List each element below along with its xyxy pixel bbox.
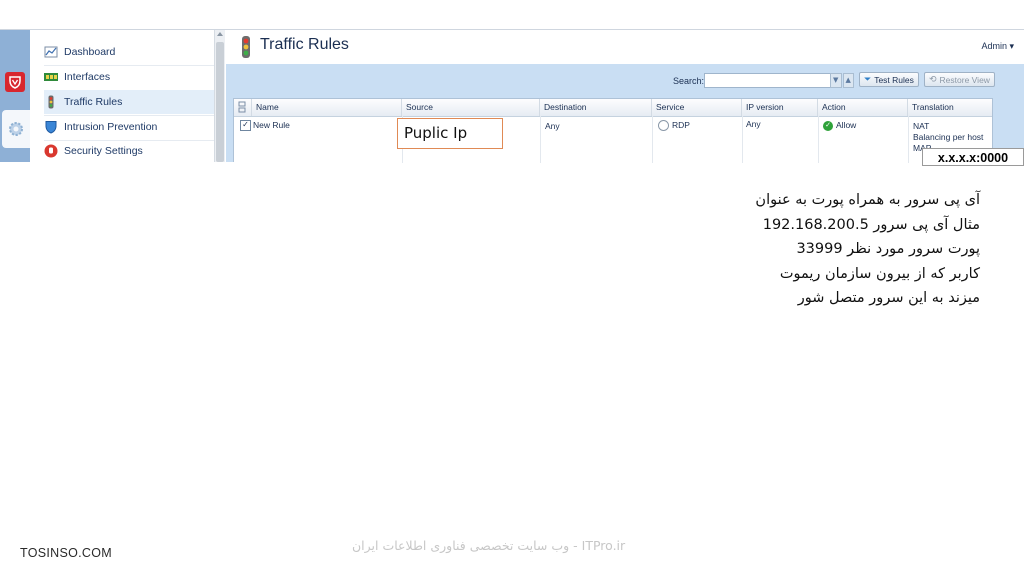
column-header-source[interactable]: Source [402, 99, 540, 116]
sidebar-item-label: Intrusion Prevention [64, 121, 158, 133]
translation-line: Balancing per host [913, 132, 984, 142]
traffic-light-icon [44, 95, 58, 109]
sidebar-item-label: Dashboard [64, 46, 116, 58]
search-down-icon[interactable]: ▼ [830, 73, 842, 88]
sidebar-item-security-settings[interactable]: Security Settings [44, 139, 214, 163]
search-input[interactable] [704, 73, 836, 88]
column-divider [818, 116, 819, 163]
column-drag-handle[interactable] [234, 99, 252, 116]
rules-grid: Name Source Destination Service IP versi… [233, 98, 993, 163]
scrollbar-thumb[interactable] [216, 42, 224, 162]
column-divider [908, 116, 909, 163]
title-bar: Traffic Rules Admin ▾ [226, 30, 1024, 64]
row-checkbox[interactable]: ✓ [240, 120, 251, 131]
note-line: مثال آی پی سرور 192.168.200.5 [762, 216, 980, 233]
scroll-up-arrow-icon[interactable] [217, 32, 223, 36]
chart-icon [44, 45, 58, 59]
firewall-logo-icon[interactable] [5, 72, 25, 92]
note-line: کاربر که از بیرون سازمان ریموت [779, 265, 980, 282]
cell-destination: Any [545, 121, 560, 131]
security-hand-icon [44, 144, 58, 158]
traffic-light-icon [240, 35, 252, 63]
service-icon [658, 120, 669, 132]
gear-icon [9, 122, 23, 136]
test-rules-label: Test Rules [874, 74, 914, 85]
service-label: RDP [672, 120, 690, 130]
icon-rail [0, 30, 30, 162]
restore-view-button[interactable]: ⟲ Restore View [924, 72, 995, 87]
sidebar: Dashboard Interfaces Traffic Rules Intru… [30, 30, 214, 162]
sidebar-item-label: Security Settings [64, 145, 143, 157]
column-header-name[interactable]: Name [252, 99, 402, 116]
footer-watermark-left: TOSINSO.COM [20, 546, 112, 560]
footer-watermark-center: ITPro.ir - وب سایت تخصصی فناوری اطلاعات … [352, 538, 626, 553]
sidebar-scrollbar[interactable] [214, 30, 225, 162]
translation-line: NAT [913, 121, 930, 131]
admin-menu[interactable]: Admin ▾ [981, 41, 1014, 52]
sidebar-item-dashboard[interactable]: Dashboard [44, 40, 214, 64]
settings-tab[interactable] [2, 110, 30, 148]
shield-icon [44, 120, 58, 134]
sidebar-item-intrusion-prevention[interactable]: Intrusion Prevention [44, 115, 214, 139]
cell-name: New Rule [253, 120, 290, 130]
column-header-action[interactable]: Action [818, 99, 908, 116]
column-header-destination[interactable]: Destination [540, 99, 652, 116]
column-divider [742, 116, 743, 163]
search-up-icon[interactable]: ▲ [842, 73, 854, 88]
test-rules-button[interactable]: ⏷ Test Rules [859, 72, 919, 87]
column-header-translation[interactable]: Translation [908, 99, 994, 116]
sidebar-item-label: Interfaces [64, 71, 111, 83]
source-annotation-box: Puplic Ip [397, 118, 503, 149]
note-line: میزند به این سرور متصل شور [797, 290, 980, 306]
column-header-service[interactable]: Service [652, 99, 742, 116]
ip-port-annotation: x.x.x.x:0000 [922, 148, 1024, 166]
cell-action: ✓ Allow [823, 120, 856, 131]
note-line: پورت سرور مورد نظر 33999 [796, 241, 980, 257]
main-panel: Traffic Rules Admin ▾ Search: ▼ ▲ ⏷ Test… [226, 30, 1024, 163]
column-header-ip-version[interactable]: IP version [742, 99, 818, 116]
sidebar-item-interfaces[interactable]: Interfaces [44, 65, 214, 89]
column-divider [540, 116, 541, 163]
search-nav-buttons: ▼ ▲ [830, 73, 854, 88]
grid-toolbar: Search: ▼ ▲ ⏷ Test Rules ⟲ Restore View … [226, 64, 1024, 163]
column-divider [652, 116, 653, 163]
cell-service: RDP [658, 120, 690, 132]
restore-icon: ⟲ [929, 74, 937, 84]
network-card-icon [44, 70, 58, 84]
cell-ip-version: Any [746, 119, 761, 129]
note-line: آی پی سرور به همراه پورت به عنوان [755, 192, 980, 208]
allow-check-icon: ✓ [823, 120, 833, 131]
sidebar-item-label: Traffic Rules [64, 96, 123, 108]
grid-header: Name Source Destination Service IP versi… [234, 99, 992, 117]
action-label: Allow [836, 120, 857, 130]
drag-handle-icon [238, 101, 246, 113]
filter-icon: ⏷ [864, 74, 872, 84]
sidebar-item-traffic-rules[interactable]: Traffic Rules [44, 90, 214, 114]
restore-view-label: Restore View [939, 74, 990, 85]
search-label: Search: [673, 76, 705, 86]
explanation-note: آی پی سرور به همراه پورت به عنوان مثال آ… [680, 188, 980, 311]
page-title: Traffic Rules [260, 36, 349, 53]
